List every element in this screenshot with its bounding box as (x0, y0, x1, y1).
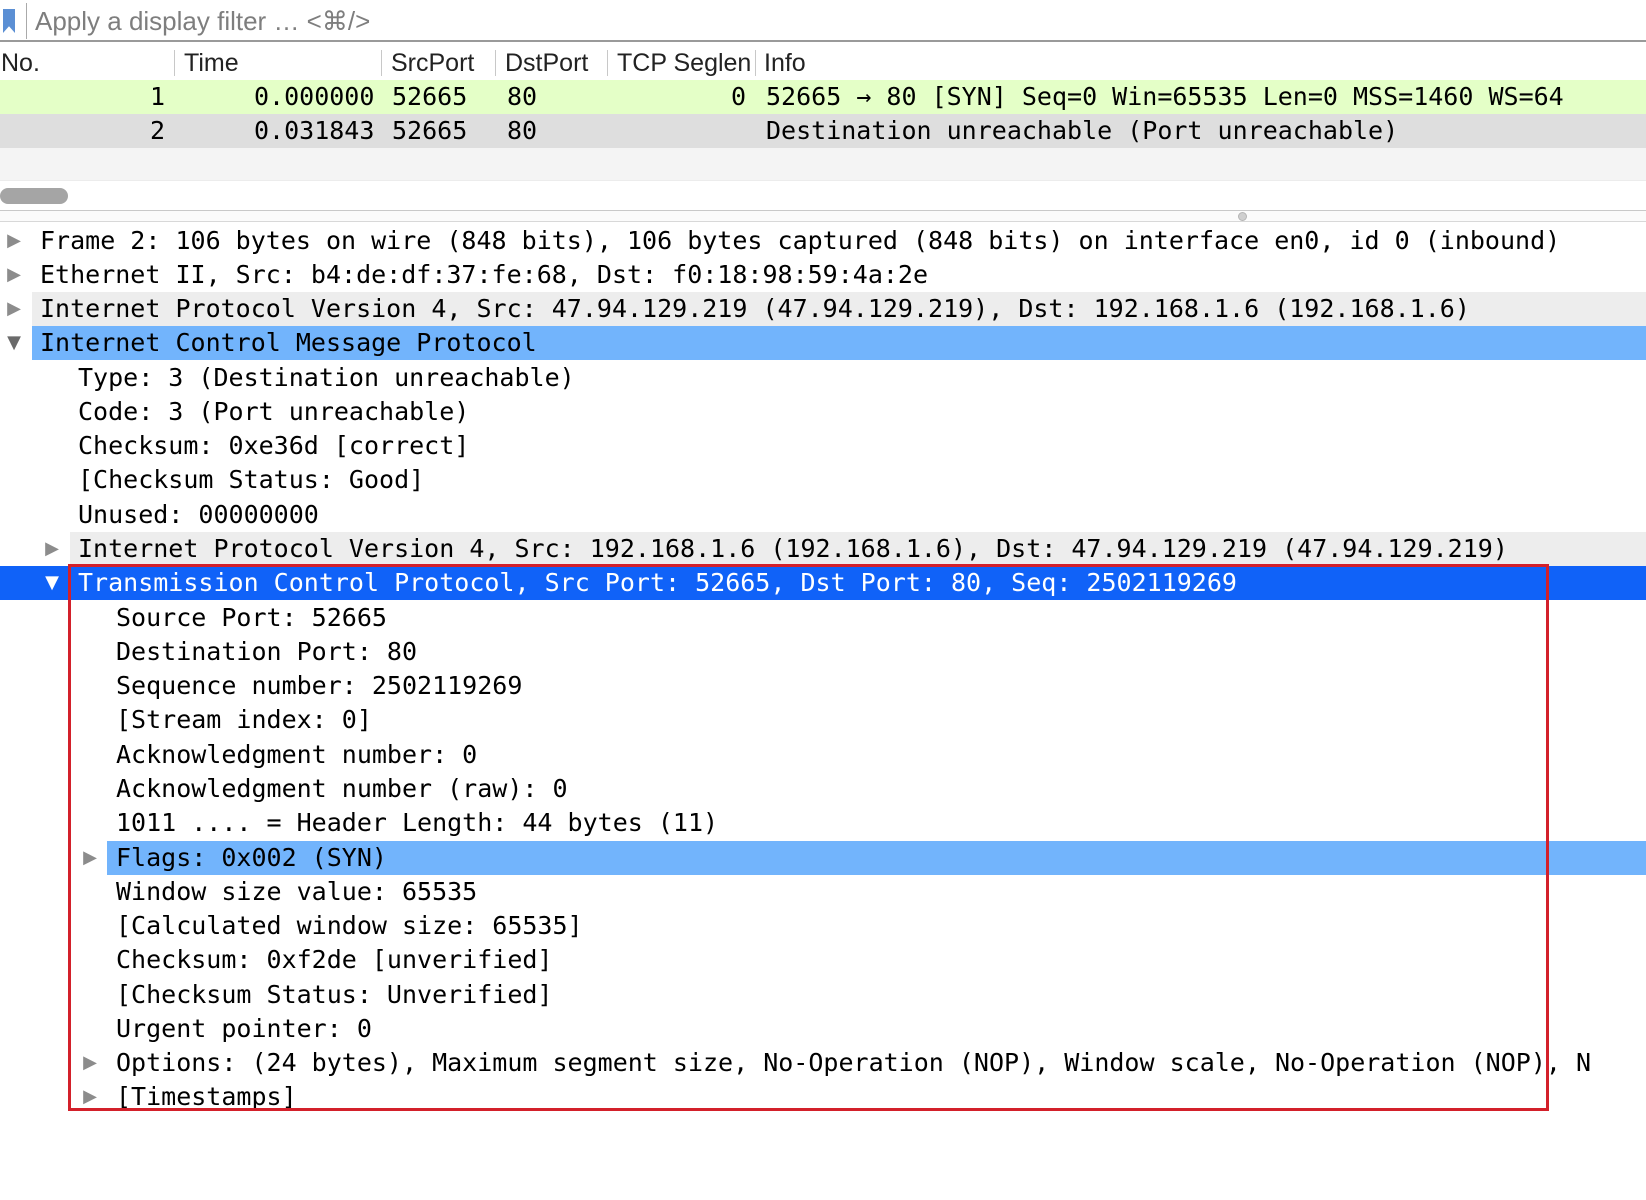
packet-row[interactable]: 2 0.031843 52665 80 Destination unreacha… (0, 114, 1646, 148)
field-label: Acknowledgment number (raw): 0 (116, 774, 568, 803)
tree-item-flags[interactable]: ▶ Flags: 0x002 (SYN) (0, 841, 1646, 875)
field-label: Urgent pointer: 0 (116, 1014, 372, 1043)
column-separator[interactable] (381, 50, 382, 76)
packet-srcport: 52665 (392, 82, 468, 111)
packet-time: 0.000000 (254, 82, 375, 111)
tree-field[interactable]: Code: 3 (Port unreachable) (0, 395, 1646, 429)
column-header-srcport[interactable]: SrcPort (391, 42, 474, 82)
expand-triangle-icon[interactable]: ▶ (80, 1046, 100, 1080)
tree-field[interactable]: Checksum: 0xe36d [correct] (0, 429, 1646, 463)
field-label: Checksum: 0xe36d [correct] (78, 431, 470, 460)
tree-field[interactable]: Checksum: 0xf2de [unverified] (0, 943, 1646, 977)
field-label: [Calculated window size: 65535] (116, 911, 583, 940)
packet-dstport: 80 (507, 116, 538, 145)
expand-triangle-icon[interactable]: ▶ (80, 1080, 100, 1114)
tree-item-label: Transmission Control Protocol, Src Port:… (78, 568, 1237, 597)
packet-dstport: 80 (507, 82, 538, 111)
expand-triangle-icon[interactable]: ▶ (4, 258, 24, 292)
column-separator[interactable] (174, 50, 175, 76)
tree-item-timestamps[interactable]: ▶ [Timestamps] (0, 1080, 1646, 1114)
splitter-handle-icon[interactable] (1238, 212, 1247, 221)
packet-info: 52665 → 80 [SYN] Seq=0 Win=65535 Len=0 M… (766, 82, 1564, 111)
column-separator[interactable] (495, 50, 496, 76)
tree-item-label: Internet Protocol Version 4, Src: 192.16… (78, 534, 1508, 563)
field-label: [Checksum Status: Good] (78, 465, 425, 494)
field-label: Window size value: 65535 (116, 877, 478, 906)
column-header-time[interactable]: Time (184, 42, 239, 82)
packet-list-empty-area (0, 148, 1646, 180)
tree-field[interactable]: Acknowledgment number (raw): 0 (0, 772, 1646, 806)
tree-item-label: Options: (24 bytes), Maximum segment siz… (116, 1048, 1592, 1077)
filter-bookmark-icon[interactable] (3, 9, 15, 33)
field-label: Code: 3 (Port unreachable) (78, 397, 470, 426)
tree-field[interactable]: Unused: 00000000 (0, 498, 1646, 532)
tree-item-label: Flags: 0x002 (SYN) (116, 843, 387, 872)
tree-field[interactable]: Urgent pointer: 0 (0, 1012, 1646, 1046)
expand-triangle-icon[interactable]: ▶ (80, 841, 100, 875)
display-filter-bar (0, 0, 1646, 42)
field-label: Sequence number: 2502119269 (116, 671, 523, 700)
field-label: Destination Port: 80 (116, 637, 418, 666)
tree-item-ethernet[interactable]: ▶ Ethernet II, Src: b4:de:df:37:fe:68, D… (0, 258, 1646, 292)
tree-field[interactable]: Destination Port: 80 (0, 635, 1646, 669)
column-separator[interactable] (607, 50, 608, 76)
collapse-triangle-icon[interactable]: ▼ (4, 326, 24, 360)
packet-seglen: 0 (731, 82, 747, 111)
tree-field[interactable]: [Stream index: 0] (0, 703, 1646, 737)
tree-item-icmp[interactable]: ▼ Internet Control Message Protocol (0, 326, 1646, 360)
tree-field[interactable]: Source Port: 52665 (0, 601, 1646, 635)
field-label: 1011 .... = Header Length: 44 bytes (11) (116, 808, 719, 837)
collapse-triangle-icon[interactable]: ▼ (42, 566, 62, 600)
display-filter-input[interactable] (26, 3, 1637, 39)
packet-srcport: 52665 (392, 116, 468, 145)
scrollbar-thumb[interactable] (0, 188, 68, 204)
packet-list-header: No. Time SrcPort DstPort TCP Seglen Info (0, 42, 1646, 83)
tree-item-label: [Timestamps] (116, 1082, 297, 1111)
tree-field[interactable]: Window size value: 65535 (0, 875, 1646, 909)
packet-row[interactable]: 1 0.000000 52665 80 0 52665 → 80 [SYN] S… (0, 80, 1646, 114)
field-label: Type: 3 (Destination unreachable) (78, 363, 575, 392)
tree-item-inner-ipv4[interactable]: ▶ Internet Protocol Version 4, Src: 192.… (0, 532, 1646, 566)
field-label: [Checksum Status: Unverified] (116, 980, 553, 1009)
tree-item-label: Internet Protocol Version 4, Src: 47.94.… (40, 294, 1470, 323)
expand-triangle-icon[interactable]: ▶ (4, 292, 24, 326)
tree-field[interactable]: Acknowledgment number: 0 (0, 738, 1646, 772)
tree-field[interactable]: [Calculated window size: 65535] (0, 909, 1646, 943)
column-header-no[interactable]: No. (1, 42, 40, 82)
packet-no: 2 (150, 116, 166, 145)
field-label: [Stream index: 0] (116, 705, 372, 734)
tree-field[interactable]: [Checksum Status: Unverified] (0, 978, 1646, 1012)
tree-item-label: Frame 2: 106 bytes on wire (848 bits), 1… (40, 226, 1561, 255)
tree-field[interactable]: [Checksum Status: Good] (0, 463, 1646, 497)
column-header-info[interactable]: Info (764, 42, 806, 82)
tree-item-label: Ethernet II, Src: b4:de:df:37:fe:68, Dst… (40, 260, 929, 289)
column-separator[interactable] (755, 50, 756, 76)
field-label: Source Port: 52665 (116, 603, 387, 632)
tree-field[interactable]: 1011 .... = Header Length: 44 bytes (11) (0, 806, 1646, 840)
pane-splitter[interactable] (0, 210, 1646, 222)
field-label: Checksum: 0xf2de [unverified] (116, 945, 553, 974)
field-label: Unused: 00000000 (78, 500, 319, 529)
tree-item-tcp[interactable]: ▼ Transmission Control Protocol, Src Por… (0, 566, 1646, 600)
tree-item-ipv4[interactable]: ▶ Internet Protocol Version 4, Src: 47.9… (0, 292, 1646, 326)
column-header-dstport[interactable]: DstPort (505, 42, 588, 82)
expand-triangle-icon[interactable]: ▶ (42, 532, 62, 566)
expand-triangle-icon[interactable]: ▶ (4, 224, 24, 258)
packet-info: Destination unreachable (Port unreachabl… (766, 116, 1399, 145)
packet-time: 0.031843 (254, 116, 375, 145)
column-header-tcp-seglen[interactable]: TCP Seglen (617, 42, 751, 82)
tree-field[interactable]: Sequence number: 2502119269 (0, 669, 1646, 703)
tree-item-label: Internet Control Message Protocol (40, 328, 537, 357)
tree-item-options[interactable]: ▶ Options: (24 bytes), Maximum segment s… (0, 1046, 1646, 1080)
packet-no: 1 (150, 82, 166, 111)
field-label: Acknowledgment number: 0 (116, 740, 478, 769)
tree-item-frame[interactable]: ▶ Frame 2: 106 bytes on wire (848 bits),… (0, 224, 1646, 258)
packet-list-horizontal-scrollbar[interactable] (0, 180, 1646, 211)
tree-field[interactable]: Type: 3 (Destination unreachable) (0, 361, 1646, 395)
